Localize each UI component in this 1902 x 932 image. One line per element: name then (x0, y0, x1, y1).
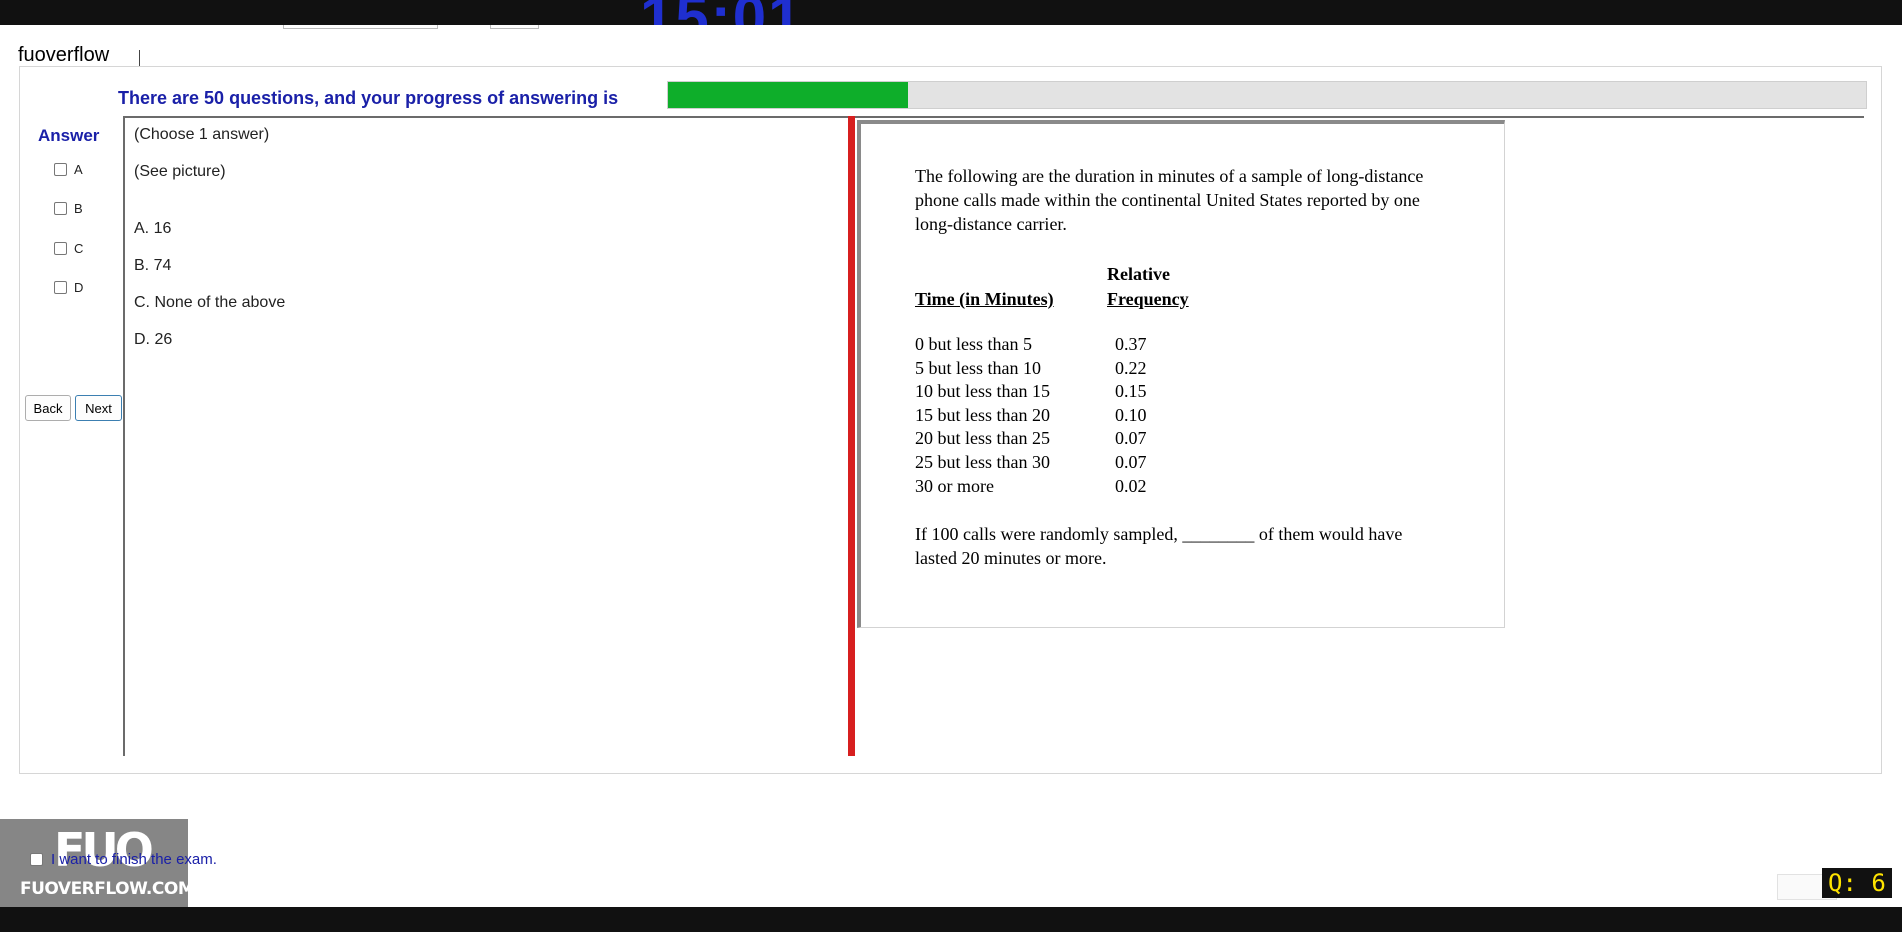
progress-bar-fill (668, 82, 908, 108)
watermark-text: fuoverflow (18, 44, 110, 66)
option-d[interactable]: D (54, 280, 83, 295)
option-c[interactable]: C (54, 241, 83, 256)
table-time-cell: 15 but less than 20 (915, 404, 1050, 425)
bottom-bar (0, 907, 1902, 932)
finish-exam-checkbox[interactable] (30, 853, 43, 866)
question-see-picture: (See picture) (134, 163, 226, 180)
choice-c-text: C. None of the above (134, 294, 286, 311)
logo-text: FUOVERFLOW.COM (20, 879, 195, 899)
table-frequency-cell: 0.10 (1115, 404, 1147, 425)
choice-b-text: B. 74 (134, 257, 172, 274)
table-frequency-cell: 0.02 (1115, 475, 1147, 496)
option-a[interactable]: A (54, 162, 83, 177)
table-time-cell: 30 or more (915, 475, 994, 496)
hidden-field-2 (490, 25, 539, 29)
next-button[interactable]: Next (75, 395, 122, 421)
option-a-label: A (74, 162, 83, 177)
finish-exam-label: I want to finish the exam. (51, 851, 217, 868)
hidden-field-1 (283, 25, 438, 29)
header-frequency: Frequency (1107, 289, 1189, 309)
table-frequency-cell: 0.37 (1115, 334, 1147, 354)
option-b-checkbox[interactable] (54, 202, 67, 215)
question-picture: The following are the duration in minute… (857, 120, 1505, 628)
header-time: Time (in Minutes) (915, 289, 1054, 309)
question-panel (123, 116, 853, 756)
table-time-cell: 10 but less than 15 (915, 381, 1050, 402)
picture-intro: The following are the duration in minute… (915, 166, 1424, 234)
answer-title: Answer (38, 126, 100, 145)
top-bar: 15:01 (0, 0, 1902, 25)
option-a-checkbox[interactable] (54, 163, 67, 176)
option-d-checkbox[interactable] (54, 281, 67, 294)
question-number-badge: Q: 6 (1822, 868, 1892, 898)
table-frequency-cell: 0.07 (1115, 452, 1147, 472)
header-relative: Relative (1107, 264, 1170, 284)
progress-label: There are 50 questions, and your progres… (118, 88, 619, 108)
table-frequency-cell: 0.15 (1115, 381, 1147, 402)
table-frequency-cell: 0.22 (1115, 357, 1147, 378)
option-b[interactable]: B (54, 201, 83, 216)
table-time-cell: 20 but less than 25 (915, 428, 1050, 449)
splitter-handle[interactable] (848, 116, 855, 756)
back-button[interactable]: Back (25, 395, 71, 421)
progress-bar (667, 81, 1867, 109)
table-time-cell: 5 but less than 10 (915, 357, 1041, 378)
picture-question: If 100 calls were randomly sampled, ____… (915, 524, 1403, 568)
option-c-checkbox[interactable] (54, 242, 67, 255)
question-instruction: (Choose 1 answer) (134, 126, 270, 143)
table-time-cell: 0 but less than 5 (915, 334, 1032, 354)
option-d-label: D (74, 280, 84, 295)
finish-exam-row[interactable]: I want to finish the exam. (30, 851, 217, 868)
choice-d-text: D. 26 (134, 331, 173, 348)
option-b-label: B (74, 201, 83, 216)
exam-timer: 15:01 (640, 0, 803, 25)
choice-a-text: A. 16 (134, 220, 172, 237)
option-c-label: C (74, 241, 84, 256)
table-frequency-cell: 0.07 (1115, 428, 1147, 449)
table-time-cell: 25 but less than 30 (915, 452, 1050, 472)
